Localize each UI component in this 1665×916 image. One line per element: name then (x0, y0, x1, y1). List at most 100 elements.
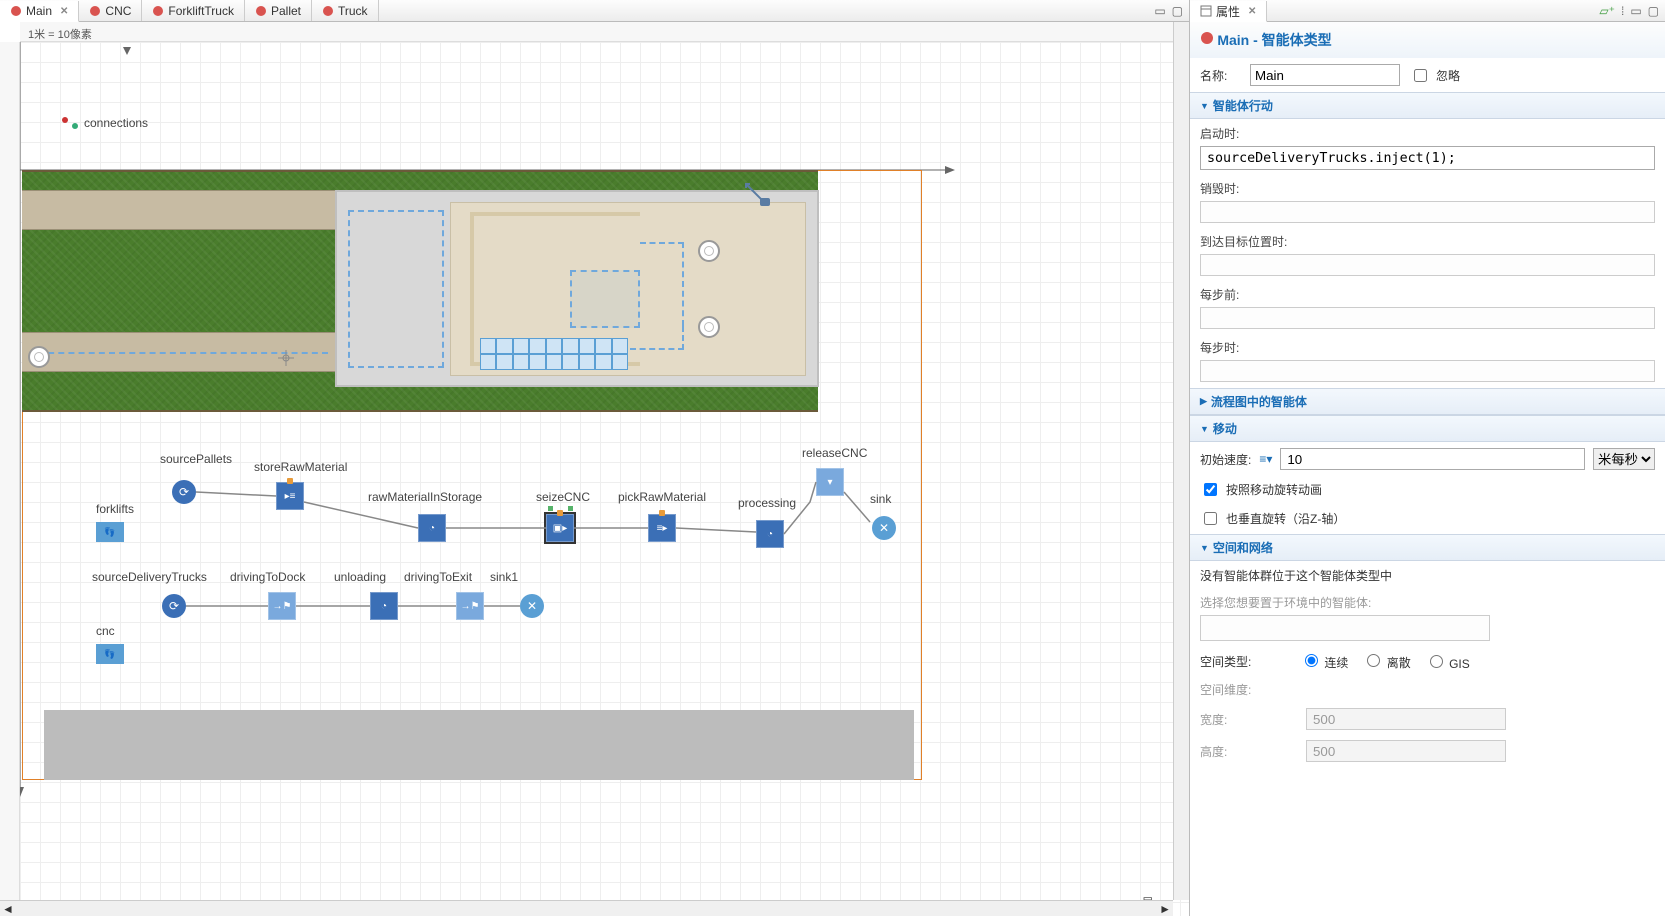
close-icon[interactable]: ✕ (1248, 6, 1256, 17)
horizontal-scrollbar[interactable]: ◄► (0, 900, 1173, 916)
block-label: pickRawMaterial (618, 490, 706, 504)
resource-pool[interactable]: 👣 (96, 522, 124, 542)
properties-tabs: 属性 ✕ ▱⁺ ⁞ ▭ ▢ (1190, 0, 1665, 22)
maximize-icon[interactable]: ▢ (1648, 4, 1659, 18)
storage-zone[interactable] (570, 270, 640, 328)
vertical-rotate-checkbox[interactable]: 也垂直旋转（沿Z-轴） (1200, 509, 1655, 528)
seize-block[interactable]: ▣▸ (546, 514, 574, 542)
sink-block[interactable]: ✕ (872, 516, 896, 540)
tab-forklift[interactable]: ForkliftTruck (142, 0, 245, 21)
width-input[interactable] (1306, 708, 1506, 730)
block-label: drivingToDock (230, 570, 305, 584)
tab-cnc[interactable]: CNC (79, 0, 142, 21)
preview-3d-shape (44, 710, 914, 780)
connections-element[interactable]: connections (62, 116, 148, 130)
section-space[interactable]: ▼空间和网络 (1190, 535, 1665, 561)
block-label: sourceDeliveryTrucks (92, 570, 207, 584)
moveto-block[interactable]: →⚑ (268, 592, 296, 620)
agent-icon (322, 5, 334, 17)
agent-icon (10, 5, 22, 17)
tab-label: ForkliftTruck (168, 4, 234, 18)
delay-block[interactable]: ◔ (418, 514, 446, 542)
field-label: 选择您想要置于环境中的智能体: (1200, 594, 1655, 611)
field-label: 到达目标位置时: (1200, 233, 1655, 250)
design-canvas[interactable]: 1米 = 10像素 connections (0, 22, 1189, 916)
minimize-icon[interactable]: ▭ (1630, 4, 1641, 18)
delay-block[interactable]: ◔ (370, 592, 398, 620)
field-label: 空间维度: (1200, 681, 1286, 698)
minimize-icon[interactable]: ▭ (1154, 4, 1165, 18)
vertical-scrollbar[interactable] (1173, 22, 1189, 900)
release-block[interactable]: ▾ (816, 468, 844, 496)
camera-icon[interactable] (744, 182, 774, 225)
block-label: seizeCNC (536, 490, 590, 504)
field-label: 每步时: (1200, 339, 1655, 356)
panel-window-controls: ▱⁺ ⁞ ▭ ▢ (1593, 0, 1665, 21)
close-icon[interactable]: ✕ (60, 6, 68, 17)
ignore-checkbox[interactable]: 忽略 (1410, 66, 1460, 85)
name-input[interactable] (1250, 64, 1400, 86)
source-block[interactable]: ⟳ (162, 594, 186, 618)
dock-area[interactable] (348, 210, 444, 368)
resource-pool[interactable]: 👣 (96, 644, 124, 664)
connections-icon (62, 117, 78, 129)
network-node[interactable] (28, 346, 50, 368)
before-step-field[interactable] (1200, 307, 1655, 329)
rotate-anim-checkbox[interactable]: 按照移动旋转动画 (1200, 480, 1655, 499)
radio-gis[interactable]: GIS (1425, 652, 1470, 671)
tab-properties[interactable]: 属性 ✕ (1190, 1, 1267, 22)
delay-block[interactable]: ◔ (756, 520, 784, 548)
maximize-icon[interactable]: ▢ (1172, 4, 1183, 18)
block-label: sink1 (490, 570, 518, 584)
tab-pallet[interactable]: Pallet (245, 0, 312, 21)
block-label: processing (738, 496, 796, 510)
network-node[interactable] (698, 316, 720, 338)
properties-header: Main - 智能体类型 (1190, 22, 1665, 58)
attractor-icon[interactable] (276, 348, 296, 368)
network-node[interactable] (698, 240, 720, 262)
value-type-icon[interactable]: ≡▾ (1259, 452, 1272, 466)
path-storage[interactable] (630, 326, 684, 350)
speed-unit-select[interactable]: 米每秒 (1593, 448, 1655, 470)
height-input[interactable] (1306, 740, 1506, 762)
field-label: 每步前: (1200, 286, 1655, 303)
section-agent-actions[interactable]: ▼智能体行动 (1190, 93, 1665, 119)
agent-icon (255, 5, 267, 17)
field-label: 空间类型: (1200, 653, 1286, 670)
block-label: drivingToExit (404, 570, 472, 584)
source-block[interactable]: ⟳ (172, 480, 196, 504)
field-label: 销毁时: (1200, 180, 1655, 197)
ruler-horizontal (20, 22, 1189, 42)
radio-discrete[interactable]: 离散 (1362, 651, 1410, 671)
on-step-field[interactable] (1200, 360, 1655, 382)
on-startup-field[interactable] (1200, 146, 1655, 170)
properties-icon (1200, 5, 1212, 17)
section-movement[interactable]: ▼移动 (1190, 416, 1665, 442)
agent-type-icon (1200, 34, 1214, 48)
section-agents-in-flow[interactable]: ▶流程图中的智能体 (1190, 389, 1665, 415)
tab-label: Truck (338, 4, 368, 18)
on-destroy-field[interactable] (1200, 201, 1655, 223)
field-label: 启动时: (1200, 125, 1655, 142)
tab-truck[interactable]: Truck (312, 0, 379, 21)
initial-speed-input[interactable] (1280, 448, 1585, 470)
name-label: 名称: (1200, 67, 1240, 84)
block-label: sink (870, 492, 891, 506)
moveto-block[interactable]: →⚑ (456, 592, 484, 620)
tab-label: 属性 (1216, 3, 1240, 20)
pick-block[interactable]: ≡▸ (648, 514, 676, 542)
ruler-vertical (0, 42, 20, 916)
radio-continuous[interactable]: 连续 (1300, 651, 1348, 671)
pin-icon[interactable]: ⁞ (1621, 4, 1624, 18)
block-label: unloading (334, 570, 386, 584)
environment-select[interactable] (1200, 615, 1490, 641)
store-block[interactable]: ▸≡ (276, 482, 304, 510)
path-cnc[interactable] (640, 242, 684, 326)
sink-block[interactable]: ✕ (520, 594, 544, 618)
tab-main[interactable]: Main ✕ (0, 1, 79, 22)
on-arrival-field[interactable] (1200, 254, 1655, 276)
new-view-icon[interactable]: ▱⁺ (1599, 4, 1615, 18)
block-label: releaseCNC (802, 446, 867, 460)
field-label: 高度: (1200, 743, 1286, 760)
pallet-rack[interactable] (480, 338, 628, 370)
